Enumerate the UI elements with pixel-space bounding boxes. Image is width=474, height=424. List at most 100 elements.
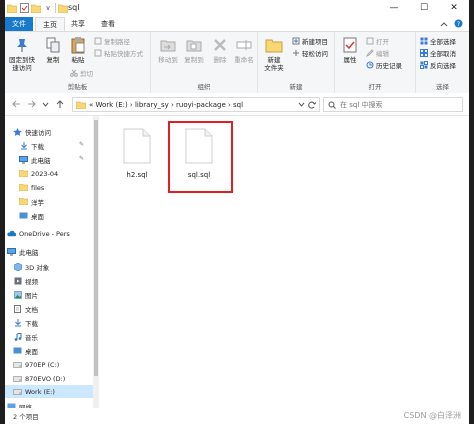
paste-icon: [68, 36, 88, 54]
select-group-label: 选择: [436, 83, 449, 91]
history-label: 历史记录: [376, 62, 402, 70]
nav-item-network[interactable]: 网络: [7, 401, 32, 408]
invert-selection-label: 反向选择: [430, 62, 456, 70]
clipboard-group-label: 剪贴板: [67, 83, 88, 91]
nav-item-downloads-quick[interactable]: 下载: [19, 140, 44, 151]
properties-icon[interactable]: [19, 3, 29, 13]
chevron-up-icon[interactable]: [440, 21, 448, 29]
paste-shortcut-button[interactable]: 粘贴快捷方式: [93, 48, 143, 58]
help-icon[interactable]: ?: [454, 19, 463, 30]
open-button[interactable]: 打开: [365, 36, 389, 46]
nav-item-desktop[interactable]: 桌面: [13, 345, 38, 356]
nav-item-yangyu[interactable]: 洋芋: [19, 196, 44, 207]
nav-item-desktop-quick[interactable]: 桌面: [19, 210, 44, 221]
tab-view[interactable]: 查看: [95, 17, 121, 31]
cloud-icon: [7, 230, 16, 238]
rename-button[interactable]: 重命名: [229, 36, 259, 64]
nav-item-documents[interactable]: 文档: [13, 303, 38, 314]
properties-button[interactable]: 属性: [335, 36, 365, 64]
folder-icon: [19, 198, 28, 206]
copy-path-label: 复制路径: [104, 38, 130, 46]
easy-access-button[interactable]: 轻松访问: [291, 48, 328, 58]
new-item-button[interactable]: 新建项目: [291, 36, 328, 46]
nav-item-downloads[interactable]: 下载: [13, 317, 38, 328]
nav-item-drive-d[interactable]: 870EVO (D:): [13, 373, 65, 384]
customize-qat-dropdown[interactable]: ∨: [43, 3, 53, 13]
arrow-right-icon: [27, 100, 36, 108]
search-box[interactable]: 在 sql 中搜索: [323, 97, 463, 112]
easy-access-icon: [291, 49, 300, 58]
highlight-box: [168, 121, 233, 193]
title-bar: ∨ sql — ☐ ✕: [5, 0, 469, 17]
new-folder-icon[interactable]: [31, 3, 41, 13]
paste-button[interactable]: 粘贴: [63, 36, 93, 64]
nav-item-quick-access[interactable]: 快速访问: [13, 126, 51, 137]
quick-access-toolbar: ∨: [7, 3, 68, 13]
nav-item-drive-e[interactable]: Work (E:): [5, 385, 93, 398]
computer-icon: [19, 155, 28, 164]
file-item-h2-sql[interactable]: h2.sql: [107, 128, 167, 179]
back-button[interactable]: [10, 98, 22, 110]
history-button[interactable]: 历史记录: [365, 60, 402, 70]
rename-icon: [234, 36, 254, 54]
copy-path-button[interactable]: 复制路径: [93, 36, 130, 46]
chevron-down-icon[interactable]: [298, 102, 305, 107]
desktop-icon: [13, 347, 22, 355]
select-group: 全部选择 全部取消 反向选择 选择: [416, 32, 469, 93]
cut-label: 剪切: [80, 70, 93, 78]
properties-icon: [340, 36, 360, 54]
refresh-icon[interactable]: [308, 101, 316, 109]
arrow-up-icon: [56, 99, 64, 108]
desktop-icon: [19, 212, 28, 220]
maximize-button[interactable]: ☐: [409, 0, 439, 16]
nav-item-onedrive[interactable]: OneDrive - Pers: [7, 228, 70, 239]
navigation-pane: 快速访问 下载 ✎ 此电脑 ✎ 2023-04 files 洋芋 桌面 OneD…: [5, 116, 93, 408]
nav-item-this-pc-quick[interactable]: 此电脑: [19, 154, 51, 165]
rename-label: 重命名: [234, 56, 254, 64]
up-button[interactable]: [54, 98, 66, 110]
easy-access-label: 轻松访问: [302, 50, 328, 58]
drive-icon: [13, 361, 22, 369]
nav-item-files[interactable]: files: [19, 182, 44, 193]
history-icon: [365, 61, 374, 70]
nav-item-3d-objects[interactable]: 3D 对象: [13, 261, 49, 272]
folder-icon: [76, 101, 86, 109]
tab-share[interactable]: 共享: [65, 17, 91, 31]
select-none-button[interactable]: 全部取消: [419, 48, 456, 58]
invert-selection-button[interactable]: 反向选择: [419, 60, 456, 70]
recent-locations-button[interactable]: [39, 98, 51, 110]
new-group-label: 新建: [289, 83, 303, 91]
nav-item-drive-c[interactable]: 970EP (C:): [13, 359, 59, 370]
svg-text:?: ?: [457, 21, 460, 28]
nav-item-pictures[interactable]: 图片: [13, 289, 38, 300]
video-icon: [13, 277, 22, 285]
breadcrumb[interactable]: « Work (E:) › library_sy › ruoyi-package…: [89, 101, 243, 109]
scrollbar-thumb[interactable]: [94, 120, 98, 376]
cut-button[interactable]: 剪切: [69, 68, 93, 78]
pin-icon: ✎: [79, 155, 85, 162]
window-title: sql: [68, 3, 80, 12]
ribbon-tabs: 文件 主页 共享 查看 ?: [5, 17, 469, 31]
arrow-left-icon: [11, 100, 20, 108]
select-all-button[interactable]: 全部选择: [419, 36, 456, 46]
open-icon: [365, 37, 374, 46]
tab-home[interactable]: 主页: [35, 17, 65, 31]
forward-button[interactable]: [25, 98, 37, 110]
nav-item-videos[interactable]: 视频: [13, 275, 38, 286]
address-bar[interactable]: « Work (E:) › library_sy › ruoyi-package…: [72, 97, 320, 112]
status-bar: 2 个项目 CSDN @白泽洲: [5, 408, 469, 424]
nav-item-2023-04[interactable]: 2023-04: [19, 168, 58, 179]
edit-icon: [365, 49, 374, 58]
pin-quick-access-button[interactable]: 固定到快 速访问: [7, 36, 37, 72]
open-group: 属性 打开 编辑 历史记录 打开: [335, 32, 416, 93]
nav-item-this-pc[interactable]: 此电脑: [7, 246, 39, 257]
new-folder-button[interactable]: 新建 文件夹: [259, 36, 289, 72]
nav-item-music[interactable]: 音乐: [13, 331, 38, 342]
minimize-button[interactable]: —: [379, 0, 409, 16]
new-group: 新建 文件夹 新建项目 轻松访问 新建: [258, 32, 335, 93]
select-none-label: 全部取消: [430, 50, 456, 58]
edit-button[interactable]: 编辑: [365, 48, 389, 58]
close-button[interactable]: ✕: [439, 0, 469, 16]
cube-icon: [13, 262, 22, 271]
tab-file[interactable]: 文件: [5, 17, 33, 31]
